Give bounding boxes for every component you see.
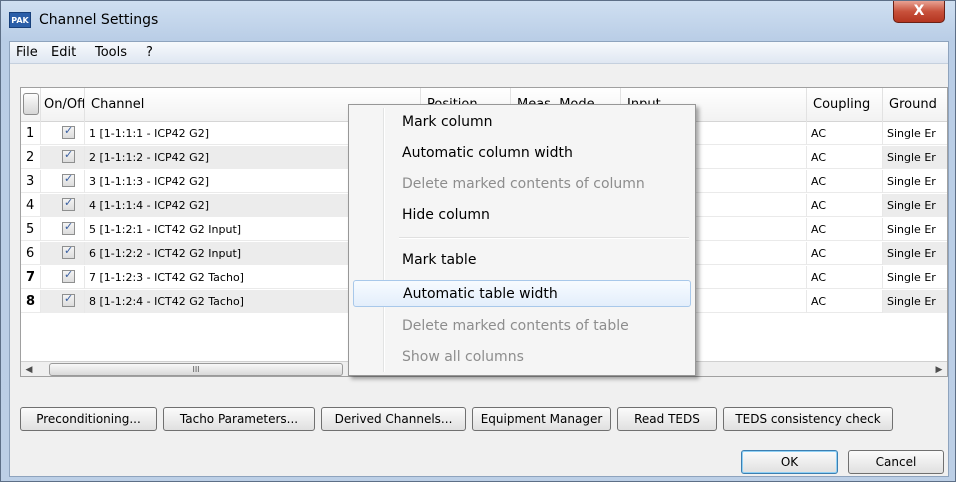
onoff-cell xyxy=(41,266,85,289)
context-menu: Mark column Automatic column width Delet… xyxy=(348,104,696,376)
pak-app-icon: PAK xyxy=(9,12,31,28)
teds-consistency-check-button[interactable]: TEDS consistency check xyxy=(723,407,893,431)
onoff-checkbox[interactable] xyxy=(62,268,75,283)
scroll-right-arrow[interactable]: ▶ xyxy=(931,362,947,376)
onoff-cell xyxy=(41,194,85,217)
cell-ground[interactable]: Single Er xyxy=(883,266,947,289)
cell-ground[interactable]: Single Er xyxy=(883,290,947,313)
menu-edit[interactable]: Edit xyxy=(51,45,76,60)
row-number: 4 xyxy=(21,194,41,217)
cell-coupling[interactable]: AC xyxy=(807,242,883,265)
row-number: 6 xyxy=(21,242,41,265)
select-all-button[interactable] xyxy=(23,93,39,115)
cell-ground[interactable]: Single Er xyxy=(883,122,947,145)
cell-coupling[interactable]: AC xyxy=(807,194,883,217)
ctx-show-all-columns[interactable]: Show all columns xyxy=(353,344,691,371)
cancel-button[interactable]: Cancel xyxy=(848,450,944,474)
select-all-cell xyxy=(21,88,41,122)
menu-file[interactable]: File xyxy=(16,45,38,60)
onoff-cell xyxy=(41,146,85,169)
row-number: 1 xyxy=(21,122,41,145)
header-ground[interactable]: Ground xyxy=(883,88,947,122)
onoff-cell xyxy=(41,122,85,145)
cell-coupling[interactable]: AC xyxy=(807,122,883,145)
onoff-cell xyxy=(41,290,85,313)
header-onoff[interactable]: On/Off xyxy=(41,88,85,122)
ctx-automatic-table-width[interactable]: Automatic table width xyxy=(353,280,691,307)
derived-channels-button[interactable]: Derived Channels... xyxy=(321,407,466,431)
tacho-parameters-button[interactable]: Tacho Parameters... xyxy=(163,407,315,431)
menu-bar: File Edit Tools ? xyxy=(10,42,948,64)
equipment-manager-button[interactable]: Equipment Manager xyxy=(472,407,611,431)
onoff-checkbox[interactable] xyxy=(62,220,75,235)
ctx-mark-column[interactable]: Mark column xyxy=(353,109,691,136)
scroll-left-arrow[interactable]: ◀ xyxy=(21,362,37,376)
ok-button[interactable]: OK xyxy=(741,450,838,474)
onoff-checkbox[interactable] xyxy=(62,292,75,307)
scroll-thumb[interactable]: III xyxy=(49,363,343,376)
menu-tools[interactable]: Tools xyxy=(95,45,127,60)
ctx-separator xyxy=(399,237,689,239)
row-number: 3 xyxy=(21,170,41,193)
close-button[interactable]: X xyxy=(893,1,945,23)
menu-help[interactable]: ? xyxy=(146,45,153,60)
cell-ground[interactable]: Single Er xyxy=(883,218,947,241)
onoff-checkbox[interactable] xyxy=(62,148,75,163)
row-number: 2 xyxy=(21,146,41,169)
window-title: Channel Settings xyxy=(39,12,159,28)
cell-ground[interactable]: Single Er xyxy=(883,146,947,169)
cell-coupling[interactable]: AC xyxy=(807,218,883,241)
onoff-checkbox[interactable] xyxy=(62,124,75,139)
cell-coupling[interactable]: AC xyxy=(807,170,883,193)
row-number: 8 xyxy=(21,290,41,313)
cell-coupling[interactable]: AC xyxy=(807,146,883,169)
onoff-checkbox[interactable] xyxy=(62,196,75,211)
ctx-delete-table-contents[interactable]: Delete marked contents of table xyxy=(353,313,691,340)
preconditioning-button[interactable]: Preconditioning... xyxy=(20,407,157,431)
ctx-delete-column-contents[interactable]: Delete marked contents of column xyxy=(353,171,691,198)
ctx-automatic-column-width[interactable]: Automatic column width xyxy=(353,140,691,167)
row-number: 5 xyxy=(21,218,41,241)
onoff-cell xyxy=(41,170,85,193)
onoff-checkbox[interactable] xyxy=(62,172,75,187)
cell-coupling[interactable]: AC xyxy=(807,266,883,289)
ctx-hide-column[interactable]: Hide column xyxy=(353,202,691,229)
onoff-checkbox[interactable] xyxy=(62,244,75,259)
read-teds-button[interactable]: Read TEDS xyxy=(617,407,717,431)
cell-ground[interactable]: Single Er xyxy=(883,170,947,193)
cell-ground[interactable]: Single Er xyxy=(883,242,947,265)
row-number: 7 xyxy=(21,266,41,289)
cell-ground[interactable]: Single Er xyxy=(883,194,947,217)
onoff-cell xyxy=(41,218,85,241)
cell-coupling[interactable]: AC xyxy=(807,290,883,313)
onoff-cell xyxy=(41,242,85,265)
title-bar[interactable]: PAK Channel Settings X xyxy=(1,1,955,41)
ctx-mark-table[interactable]: Mark table xyxy=(353,247,691,274)
header-coupling[interactable]: Coupling xyxy=(807,88,883,122)
